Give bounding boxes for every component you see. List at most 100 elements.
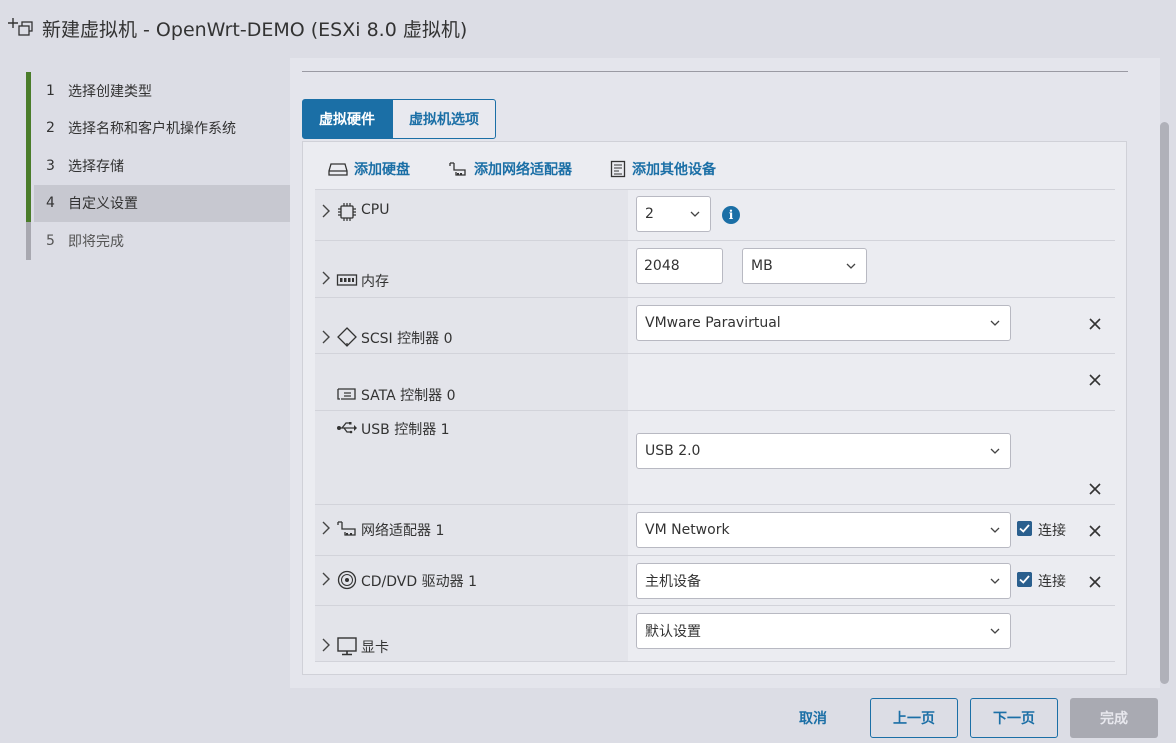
- step-number: 1: [46, 82, 55, 99]
- back-button[interactable]: 上一页: [870, 698, 958, 738]
- step-number: 4: [46, 195, 55, 212]
- add-other-device-button[interactable]: 添加其他设备: [610, 159, 716, 179]
- chevron-right-icon[interactable]: [321, 521, 331, 535]
- chevron-right-icon[interactable]: [321, 572, 331, 586]
- nic-connect-checkbox[interactable]: [1017, 521, 1032, 536]
- monitor-icon: [337, 637, 357, 656]
- chevron-down-icon: [990, 628, 1000, 634]
- wizard-steps: 1 选择创建类型 2 选择名称和客户机操作系统 3 选择存储 4 自定义设置 5…: [26, 72, 290, 260]
- wizard-step-5[interactable]: 5 即将完成: [26, 222, 290, 260]
- add-other-device-label: 添加其他设备: [632, 162, 716, 178]
- tab-virtual-hardware[interactable]: 虚拟硬件: [302, 99, 392, 139]
- wizard-step-2[interactable]: 2 选择名称和客户机操作系统: [26, 109, 290, 148]
- cdrom-source-select[interactable]: 主机设备: [636, 563, 1011, 599]
- cd-dvd-icon: [337, 570, 357, 590]
- device-row-memory: 内存 2048 MB: [315, 240, 1115, 297]
- add-disk-label: 添加硬盘: [354, 162, 410, 178]
- remove-nic-close-icon[interactable]: [1089, 525, 1101, 537]
- cdrom-connect-label: 连接: [1038, 574, 1066, 590]
- cpu-count-value: 2: [645, 206, 654, 222]
- cpu-label: CPU: [361, 202, 390, 218]
- step-label: 选择创建类型: [68, 83, 152, 100]
- window-title: 新建虚拟机 - OpenWrt-DEMO (ESXi 8.0 虚拟机): [42, 19, 468, 41]
- info-icon[interactable]: i: [722, 206, 740, 224]
- chevron-right-icon[interactable]: [321, 271, 331, 285]
- chevron-right-icon[interactable]: [321, 638, 331, 652]
- network-adapter-icon: [337, 521, 356, 536]
- tab-bar: 虚拟硬件 虚拟机选项: [302, 99, 496, 139]
- device-row-network-adapter: 网络适配器 1 VM Network 连接: [315, 504, 1115, 555]
- scsi-type-select[interactable]: VMware Paravirtual: [636, 305, 1011, 341]
- divider: [302, 71, 1128, 72]
- device-row-cdrom: CD/DVD 驱动器 1 主机设备 连接: [315, 555, 1115, 605]
- tab-vm-options[interactable]: 虚拟机选项: [392, 99, 496, 139]
- memory-unit-value: MB: [751, 258, 773, 274]
- chevron-down-icon: [846, 263, 856, 269]
- usb-icon: [337, 422, 357, 434]
- sata-controller-icon: [337, 388, 356, 400]
- device-row-video: 显卡 默认设置: [315, 605, 1115, 662]
- step-label: 选择存储: [68, 158, 124, 175]
- step-label: 自定义设置: [68, 196, 138, 213]
- device-row-usb: USB 控制器 1 USB 2.0: [315, 410, 1115, 504]
- cpu-icon: [338, 203, 356, 221]
- add-network-adapter-button[interactable]: 添加网络适配器: [448, 159, 572, 179]
- video-settings-select[interactable]: 默认设置: [636, 613, 1011, 649]
- memory-size-input[interactable]: 2048: [636, 248, 723, 284]
- device-row-cpu: CPU 2 i: [315, 189, 1115, 240]
- remove-scsi-close-icon[interactable]: [1089, 318, 1101, 330]
- device-icon: [610, 160, 626, 178]
- scsi-type-value: VMware Paravirtual: [645, 315, 781, 331]
- hard-disk-icon: [328, 163, 348, 176]
- video-settings-value: 默认设置: [645, 624, 701, 640]
- step-number: 5: [46, 232, 55, 249]
- cdrom-connect-checkbox[interactable]: [1017, 572, 1032, 587]
- wizard-step-4[interactable]: 4 自定义设置: [26, 184, 290, 222]
- remove-usb-close-icon[interactable]: [1089, 483, 1101, 495]
- hardware-toolbar: 添加硬盘 添加网络适配器 添加其他设备: [328, 158, 716, 180]
- step-label: 选择名称和客户机操作系统: [68, 121, 236, 138]
- next-button[interactable]: 下一页: [970, 698, 1058, 738]
- remove-cdrom-close-icon[interactable]: [1089, 576, 1101, 588]
- cdrom-source-value: 主机设备: [645, 574, 701, 590]
- wizard-step-3[interactable]: 3 选择存储: [26, 147, 290, 185]
- usb-version-select[interactable]: USB 2.0: [636, 433, 1011, 469]
- cdrom-label: CD/DVD 驱动器 1: [361, 574, 477, 590]
- cancel-button[interactable]: 取消: [783, 698, 843, 738]
- memory-icon: [336, 274, 358, 286]
- cpu-count-select[interactable]: 2: [636, 196, 711, 232]
- add-disk-button[interactable]: 添加硬盘: [328, 159, 410, 179]
- chevron-down-icon: [990, 527, 1000, 533]
- device-row-sata: SATA 控制器 0: [315, 353, 1115, 410]
- chevron-down-icon: [990, 448, 1000, 454]
- chevron-down-icon: [990, 320, 1000, 326]
- chevron-right-icon[interactable]: [321, 330, 331, 344]
- memory-label: 内存: [361, 274, 389, 290]
- memory-unit-select[interactable]: MB: [742, 248, 867, 284]
- network-adapter-label: 网络适配器 1: [361, 523, 445, 539]
- scrollbar[interactable]: [1160, 122, 1169, 684]
- device-row-scsi: SCSI 控制器 0 VMware Paravirtual: [315, 297, 1115, 353]
- usb-version-value: USB 2.0: [645, 443, 701, 459]
- scsi-controller-icon: [337, 327, 357, 347]
- add-network-adapter-label: 添加网络适配器: [474, 162, 572, 178]
- step-label: 即将完成: [68, 233, 124, 250]
- remove-sata-close-icon[interactable]: [1089, 374, 1101, 386]
- title-bar: 新建虚拟机 - OpenWrt-DEMO (ESXi 8.0 虚拟机): [0, 0, 1176, 58]
- network-value: VM Network: [645, 522, 730, 538]
- usb-label: USB 控制器 1: [361, 422, 450, 438]
- network-adapter-icon: [449, 162, 466, 176]
- step-number: 3: [46, 157, 55, 174]
- scsi-label: SCSI 控制器 0: [361, 331, 453, 347]
- wizard-step-1[interactable]: 1 选择创建类型: [26, 72, 290, 110]
- chevron-right-icon[interactable]: [321, 204, 331, 218]
- sata-label: SATA 控制器 0: [361, 388, 456, 404]
- network-select[interactable]: VM Network: [636, 512, 1011, 548]
- step-number: 2: [46, 120, 55, 137]
- finish-button[interactable]: 完成: [1070, 698, 1158, 738]
- video-label: 显卡: [361, 640, 389, 656]
- chevron-down-icon: [990, 578, 1000, 584]
- new-vm-icon: [8, 18, 33, 36]
- nic-connect-label: 连接: [1038, 523, 1066, 539]
- chevron-down-icon: [690, 211, 700, 217]
